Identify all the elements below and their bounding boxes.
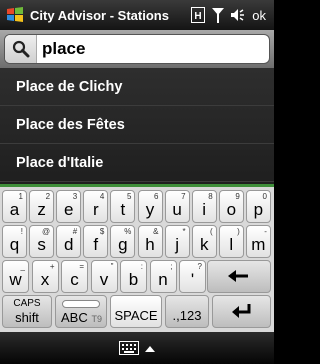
signal-strength-icon[interactable] [208, 0, 228, 30]
key-a[interactable]: 1a [2, 190, 27, 223]
key-primary-label: a [9, 200, 20, 219]
key-o[interactable]: 9o [218, 190, 244, 223]
keyboard-row-2: - m) l(k * j & h% g $ f # d @ s! q [0, 225, 274, 261]
key-h[interactable]: & h [137, 225, 163, 258]
keyboard-row-3: ? '; n: b " v = c + x _ w [0, 260, 274, 296]
ok-button[interactable]: ok [248, 8, 274, 23]
chevron-up-icon [145, 345, 155, 352]
volume-icon[interactable] [228, 0, 248, 30]
key-l[interactable]: ) l [218, 225, 244, 258]
symbols-label: .,123 [172, 308, 202, 323]
key-v[interactable]: " v [90, 260, 118, 293]
keyboard-icon [119, 341, 139, 355]
key-primary-label: r [92, 200, 99, 219]
key-u[interactable]: 7u [164, 190, 190, 223]
windows-start-icon[interactable] [0, 0, 30, 30]
key-primary-label: y [145, 200, 155, 219]
key-g[interactable]: % g [110, 225, 136, 258]
key-t[interactable]: 5t [110, 190, 136, 223]
key-apostrophe[interactable]: ? ' [179, 260, 206, 293]
results-list: Place de Clichy Place des Fêtes Place d'… [0, 68, 274, 184]
title-bar: City Advisor - Stations H ok [0, 0, 274, 30]
key-x[interactable]: + x [31, 260, 59, 293]
key-b[interactable]: :b [120, 260, 147, 293]
search-bar [0, 30, 274, 68]
keyboard-row-1: 0p9o8i7u6y5t4r3e2z1a [0, 190, 274, 226]
key-primary-label: k [199, 235, 209, 254]
abc-t9-toggle-key[interactable]: ABC T9 [55, 295, 107, 328]
key-primary-label: q [9, 235, 20, 254]
search-box [4, 34, 270, 64]
on-screen-keyboard: 0p9o8i7u6y5t4r3e2z1a - m) l(k * j & h% g $ f # d @ s!… [0, 187, 274, 332]
key-primary-label: w [9, 270, 22, 289]
key-primary-label: f [93, 235, 99, 254]
abc-label: ABC [61, 310, 88, 325]
key-c[interactable]: = c [61, 260, 88, 293]
window-title: City Advisor - Stations [30, 7, 169, 23]
key-w[interactable]: _ w [2, 260, 29, 293]
backspace-key[interactable] [207, 260, 271, 293]
soft-key-bar [0, 332, 274, 364]
key-primary-label: o [226, 200, 237, 219]
space-label: SPACE [114, 308, 158, 323]
keyboard-toggle-button[interactable] [119, 341, 155, 355]
keyboard-row-4: CAPS shift ABC T9 SPACE .,123 [0, 295, 274, 331]
search-icon[interactable] [5, 35, 37, 63]
list-item[interactable]: Place de Clichy [0, 68, 274, 106]
key-primary-label: n [158, 270, 168, 289]
key-y[interactable]: 6y [137, 190, 163, 223]
caps-label: CAPS [13, 298, 41, 309]
backspace-icon [228, 270, 248, 282]
key-primary-label: m [251, 235, 266, 254]
t9-label: T9 [91, 314, 102, 324]
space-key[interactable]: SPACE [110, 295, 162, 328]
key-primary-label: ' [190, 270, 195, 289]
key-n[interactable]: ; n [149, 260, 177, 293]
key-f[interactable]: $ f [83, 225, 109, 258]
key-j[interactable]: * j [164, 225, 190, 258]
key-i[interactable]: 8i [191, 190, 217, 223]
shift-label: shift [15, 310, 39, 325]
key-z[interactable]: 2z [29, 190, 55, 223]
key-primary-label: h [145, 235, 155, 254]
enter-key[interactable] [212, 295, 271, 328]
key-primary-label: x [40, 270, 50, 289]
key-primary-label: d [63, 235, 74, 254]
key-s[interactable]: @ s [29, 225, 55, 258]
svg-text:H: H [195, 11, 202, 22]
key-primary-label: e [63, 200, 74, 219]
key-primary-label: c [70, 270, 79, 289]
key-q[interactable]: ! q [2, 225, 27, 258]
key-k[interactable]: (k [191, 225, 217, 258]
key-r[interactable]: 4r [83, 190, 109, 223]
key-primary-label: z [37, 200, 46, 219]
key-primary-label: u [172, 200, 182, 219]
key-primary-label: s [37, 235, 46, 254]
list-item[interactable]: Place d'Italie [0, 144, 274, 182]
data-connection-icon[interactable]: H [188, 0, 208, 30]
key-primary-label: b [128, 270, 139, 289]
key-e[interactable]: 3e [56, 190, 82, 223]
mode-slider [62, 300, 100, 308]
key-primary-label: p [253, 200, 264, 219]
search-input[interactable] [37, 39, 257, 59]
key-primary-label: v [99, 270, 109, 289]
key-m[interactable]: -m [245, 225, 271, 258]
key-primary-label: l [229, 235, 234, 254]
list-item[interactable]: Place des Fêtes [0, 106, 274, 144]
key-primary-label: j [175, 235, 179, 254]
key-primary-label: g [118, 235, 128, 254]
symbols-key[interactable]: .,123 [165, 295, 209, 328]
caps-shift-key[interactable]: CAPS shift [2, 295, 52, 328]
key-primary-label: t [120, 200, 126, 219]
key-p[interactable]: 0p [245, 190, 271, 223]
enter-icon [232, 304, 251, 318]
key-primary-label: i [202, 200, 207, 219]
key-d[interactable]: # d [56, 225, 82, 258]
